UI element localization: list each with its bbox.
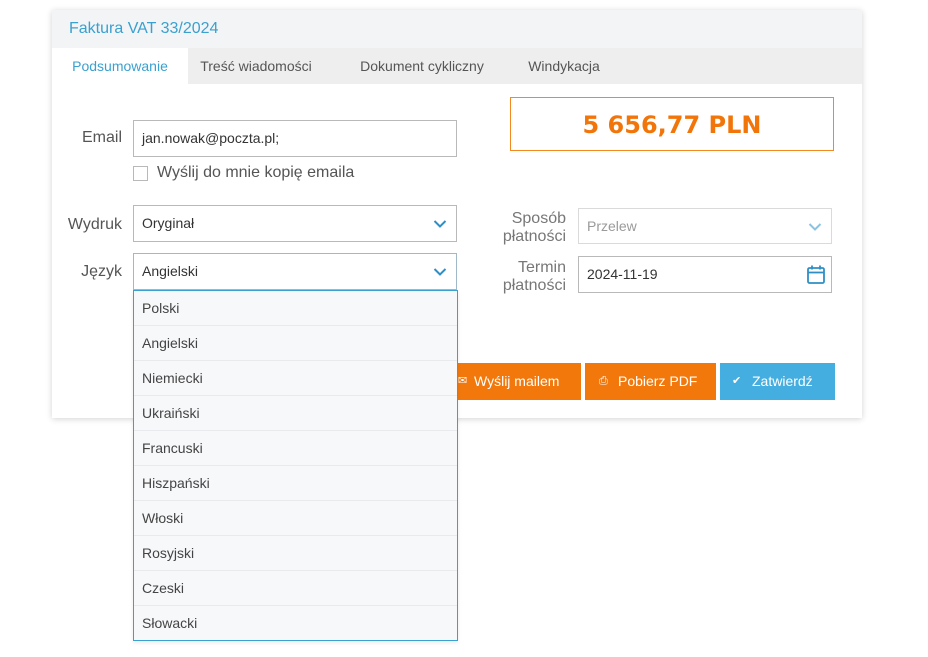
language-option-niemiecki[interactable]: Niemiecki [134,361,457,396]
payment-method-value: Przelew [587,218,637,234]
print-label: Wydruk [67,216,122,233]
payment-method-select: Przelew [578,208,832,244]
language-label: Język [81,263,122,280]
email-field-value: jan.nowak@poczta.pl; [142,130,280,146]
checkmark-icon: ✔ [732,375,742,387]
language-option-czeski[interactable]: Czeski [134,571,457,606]
tab-bar: Podsumowanie Treść wiadomości Dokument c… [52,48,862,84]
language-dropdown-list: Polski Angielski Niemiecki Ukraiński Fra… [133,290,458,641]
tab-tresc-wiadomosci[interactable]: Treść wiadomości [188,48,324,84]
language-select-value: Angielski [142,263,199,279]
tab-podsumowanie[interactable]: Podsumowanie [52,48,188,84]
print-select[interactable]: Oryginał [133,205,457,242]
language-option-hiszpanski[interactable]: Hiszpański [134,466,457,501]
copy-email-checkbox[interactable] [133,166,148,181]
print-select-value: Oryginał [142,215,195,231]
copy-email-label: Wyślij do mnie kopię emaila [157,164,355,181]
envelope-icon: ✉ [458,375,468,387]
language-option-slowacki[interactable]: Słowacki [134,606,457,641]
language-option-wloski[interactable]: Włoski [134,501,457,536]
chevron-down-icon [433,220,447,228]
payment-due-field[interactable]: 2024-11-19 [578,256,832,293]
language-option-angielski[interactable]: Angielski [134,326,457,361]
printer-icon: ⎙ [599,375,608,387]
send-email-button[interactable]: ✉ Wyślij mailem [450,363,581,400]
tab-dokument-cykliczny[interactable]: Dokument cykliczny [344,48,500,84]
calendar-icon[interactable] [807,265,825,284]
payment-due-label: Termin płatności [502,259,566,294]
email-label: Email [81,129,122,146]
download-pdf-button[interactable]: ⎙ Pobierz PDF [585,363,716,400]
language-option-francuski[interactable]: Francuski [134,431,457,466]
payment-method-label: Sposób płatności [502,210,566,245]
payment-due-value: 2024-11-19 [587,266,658,282]
chevron-down-icon [433,268,447,276]
dialog-title: Faktura VAT 33/2024 [69,20,219,37]
language-option-rosyjski[interactable]: Rosyjski [134,536,457,571]
language-option-ukrainski[interactable]: Ukraiński [134,396,457,431]
invoice-total: 5 656,77 PLN [510,97,834,151]
confirm-button[interactable]: ✔ Zatwierdź [720,363,835,400]
dialog-titlebar: Faktura VAT 33/2024 [52,10,862,48]
tab-windykacja[interactable]: Windykacja [514,48,614,84]
language-option-polski[interactable]: Polski [134,291,457,326]
email-field[interactable]: jan.nowak@poczta.pl; [133,120,457,157]
chevron-down-icon [808,223,822,231]
language-select[interactable]: Angielski [133,253,457,290]
